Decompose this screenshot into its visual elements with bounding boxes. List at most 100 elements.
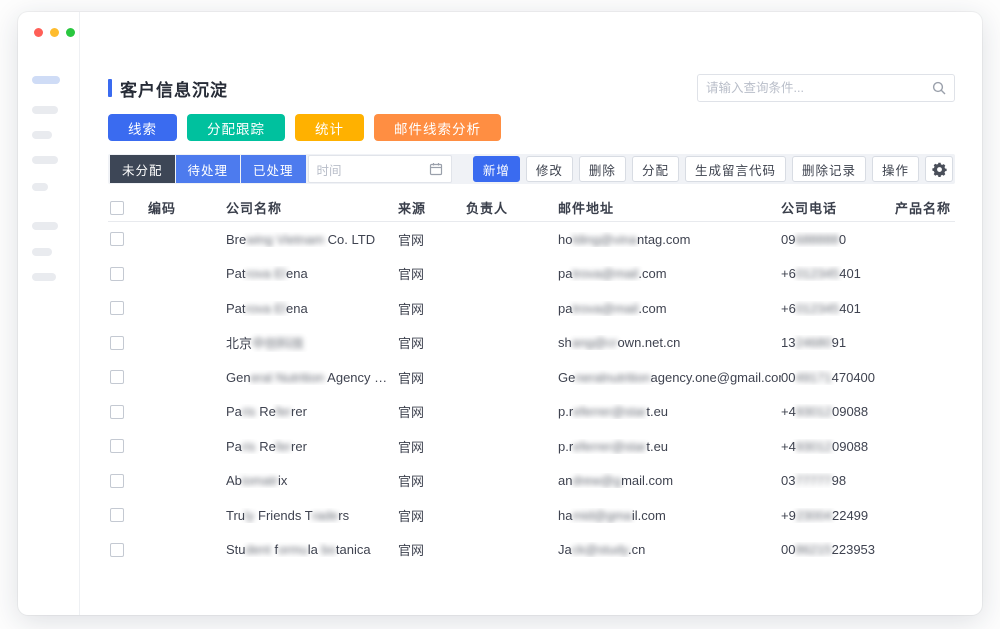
- main-content: 客户信息沉淀 线索分配跟踪统计邮件线索分析 未分配待处理已处理 时间: [108, 12, 955, 567]
- sidebar-item[interactable]: [32, 248, 52, 256]
- column-header-4: 邮件地址: [558, 198, 781, 217]
- module-tabs: 线索分配跟踪统计邮件线索分析: [108, 114, 955, 141]
- cell-checkbox: [108, 370, 148, 384]
- cell-company-name: General Nutrition Agency …: [226, 370, 398, 385]
- search-input[interactable]: [706, 81, 932, 95]
- row-checkbox[interactable]: [110, 474, 124, 488]
- cell-company-name: Abiomatrix: [226, 473, 398, 488]
- cell-source: 官网: [398, 264, 466, 283]
- cell-company-name: Patrova Elena: [226, 266, 398, 281]
- cell-email: patrova@mail.com: [558, 266, 781, 281]
- table-row: General Nutrition Agency …官网 Generalnutri…: [108, 360, 955, 395]
- cell-company-name: Paris Referrer: [226, 439, 398, 454]
- operation-button[interactable]: 操作: [872, 156, 919, 182]
- search-box: [697, 74, 955, 102]
- sidebar-item[interactable]: [32, 183, 48, 191]
- sidebar-item[interactable]: [32, 106, 58, 114]
- sidebar-item-active[interactable]: [32, 76, 60, 84]
- table-row: Brewing Vietnam Co. LTD官网holding@vinanta…: [108, 222, 955, 257]
- column-header-6: 产品名称: [895, 198, 955, 217]
- column-header-2: 来源: [398, 198, 466, 217]
- row-checkbox[interactable]: [110, 370, 124, 384]
- cell-company-name: 北京中创科技: [226, 333, 398, 352]
- cell-phone: +6012345401: [781, 301, 895, 316]
- filter-tab-unassigned[interactable]: 未分配: [110, 155, 175, 183]
- cell-phone: 132468091: [781, 335, 895, 350]
- page-header: 客户信息沉淀: [108, 74, 955, 102]
- edit-button[interactable]: 修改: [526, 156, 573, 182]
- sidebar-item[interactable]: [32, 222, 58, 230]
- table-row: Patrova Elena官网 patrova@mail.com+60123454…: [108, 291, 955, 326]
- add-button[interactable]: 新增: [473, 156, 520, 182]
- row-checkbox[interactable]: [110, 232, 124, 246]
- cell-source: 官网: [398, 506, 466, 525]
- table-row: Patrova Elena官网patrova@mail.com+60123454…: [108, 257, 955, 292]
- tab-clues-button[interactable]: 线索: [108, 114, 177, 141]
- filter-tab-processed[interactable]: 已处理: [241, 155, 306, 183]
- cell-checkbox: [108, 439, 148, 453]
- row-checkbox[interactable]: [110, 543, 124, 557]
- cell-company-name: Patrova Elena: [226, 301, 398, 316]
- cell-checkbox: [108, 336, 148, 350]
- column-header-3: 负责人: [466, 198, 558, 217]
- cell-source: 官网: [398, 230, 466, 249]
- date-filter-placeholder: 时间: [317, 160, 429, 179]
- cell-checkbox: [108, 267, 148, 281]
- settings-button[interactable]: [925, 156, 953, 182]
- cell-company-name: Student formula botanica: [226, 542, 398, 557]
- cell-email: shang@crown.net.cn: [558, 335, 781, 350]
- select-all-checkbox[interactable]: [110, 201, 124, 215]
- cell-source: 官网: [398, 299, 466, 318]
- date-filter[interactable]: 时间: [308, 155, 452, 183]
- tab-statistics-button[interactable]: 统计: [295, 114, 364, 141]
- table-row: 北京中创科技官网 shang@crown.net.cn132468091: [108, 326, 955, 361]
- cell-email: hamid@gmail.com: [558, 508, 781, 523]
- cell-phone: 096888880: [781, 232, 895, 247]
- cell-source: 官网: [398, 402, 466, 421]
- cell-phone: 0049171470400: [781, 370, 895, 385]
- filter-tab-pending[interactable]: 待处理: [176, 155, 241, 183]
- tab-email-clue-analysis-button[interactable]: 邮件线索分析: [374, 114, 501, 141]
- table-row: Paris Referrer官网p.referrer@start.eu+4930…: [108, 395, 955, 430]
- cell-checkbox: [108, 474, 148, 488]
- cell-source: 官网: [398, 437, 466, 456]
- table-row: Abiomatrix官网andrew@gmail.com037777798: [108, 464, 955, 499]
- cell-source: 官网: [398, 368, 466, 387]
- column-header-1: 公司名称: [226, 198, 398, 217]
- tab-assign-track-button[interactable]: 分配跟踪: [187, 114, 285, 141]
- delete-record-button[interactable]: 删除记录: [792, 156, 866, 182]
- sidebar-item[interactable]: [32, 131, 52, 139]
- cell-phone: +49301209088: [781, 439, 895, 454]
- delete-button[interactable]: 删除: [579, 156, 626, 182]
- cell-email: andrew@gmail.com: [558, 473, 781, 488]
- row-checkbox[interactable]: [110, 405, 124, 419]
- desktop: 客户信息沉淀 线索分配跟踪统计邮件线索分析 未分配待处理已处理 时间: [0, 0, 1000, 629]
- record-toolbar: 新增修改删除分配生成留言代码删除记录操作: [473, 156, 919, 182]
- row-checkbox[interactable]: [110, 439, 124, 453]
- status-filter-tabs: 未分配待处理已处理: [110, 155, 307, 183]
- search-icon[interactable]: [932, 81, 946, 95]
- app-window: 客户信息沉淀 线索分配跟踪统计邮件线索分析 未分配待处理已处理 时间: [18, 12, 982, 615]
- cell-email: p.referrer@start.eu: [558, 439, 781, 454]
- row-checkbox[interactable]: [110, 301, 124, 315]
- page-title: 客户信息沉淀: [120, 76, 228, 101]
- row-checkbox[interactable]: [110, 267, 124, 281]
- cell-company-name: Paris Referrer: [226, 404, 398, 419]
- cell-checkbox: [108, 232, 148, 246]
- generate-message-code-button[interactable]: 生成留言代码: [685, 156, 786, 182]
- row-checkbox[interactable]: [110, 336, 124, 350]
- title-accent-bar: [108, 79, 112, 97]
- cell-email: patrova@mail.com: [558, 301, 781, 316]
- row-checkbox[interactable]: [110, 508, 124, 522]
- table-header: 编码公司名称来源负责人邮件地址公司电话产品名称: [108, 194, 955, 222]
- table-row: Student formula botanica官网Jack@study.cn0…: [108, 533, 955, 568]
- cell-company-name: Truly Friends Traders: [226, 508, 398, 523]
- cell-checkbox: [108, 405, 148, 419]
- table-row: Truly Friends Traders官网 hamid@gmail.com+9…: [108, 498, 955, 533]
- cell-phone: +92300422499: [781, 508, 895, 523]
- cell-email: Generalnutritionagency.one@gmail.com: [558, 370, 781, 385]
- sidebar-item[interactable]: [32, 156, 58, 164]
- cell-source: 官网: [398, 333, 466, 352]
- sidebar-item[interactable]: [32, 273, 56, 281]
- assign-button[interactable]: 分配: [632, 156, 679, 182]
